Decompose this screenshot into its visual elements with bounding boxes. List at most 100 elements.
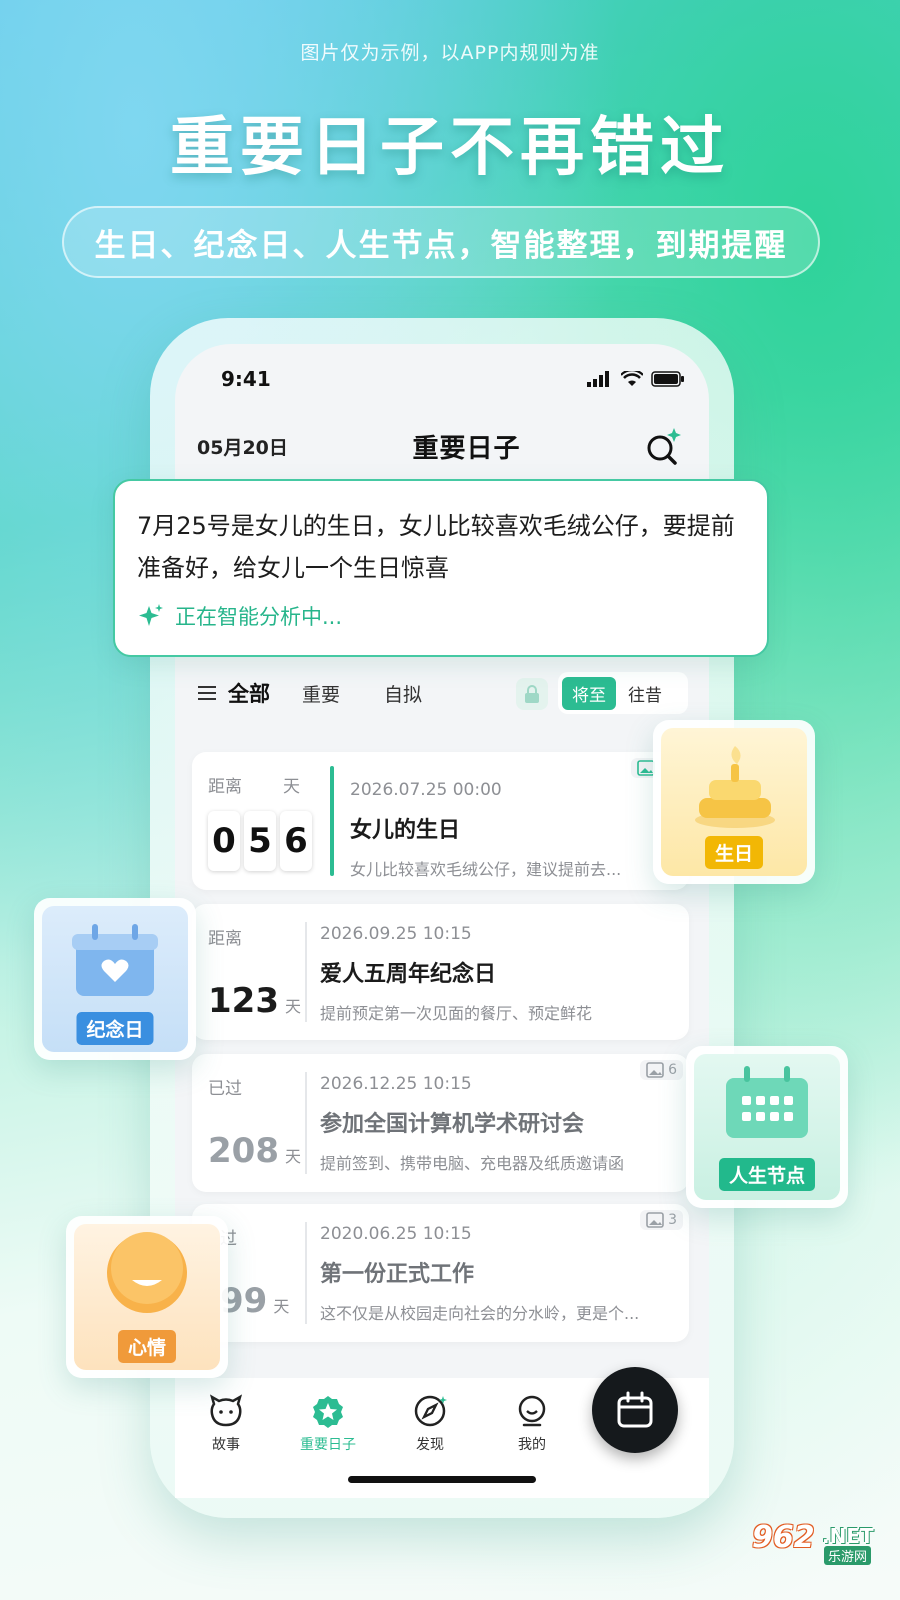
status-icons	[587, 371, 685, 387]
birthday-badge: 生日	[704, 836, 764, 869]
lock-button[interactable]	[516, 678, 548, 710]
mood-tile: 心情	[66, 1216, 228, 1378]
menu-icon[interactable]	[198, 685, 216, 701]
event-card[interactable]: 过 99 天 2020.06.25 10:15 第一份正式工作 这不仅是从校园走向…	[192, 1204, 689, 1342]
event-title: 女儿的生日	[350, 818, 461, 843]
lock-icon	[525, 685, 539, 703]
milestone-tile: 人生节点	[686, 1046, 848, 1208]
event-card[interactable]: 距离 123 天 2026.09.25 10:15 爱人五周年纪念日 提前预定第一…	[192, 904, 689, 1040]
event-card[interactable]: 已过 208 天 2026.12.25 10:15 参加全国计算机学术研讨会 提前…	[192, 1054, 689, 1192]
time-segment: 将至 往昔	[558, 672, 688, 714]
site-watermark: 962 .NET 乐游网	[752, 1520, 890, 1566]
card-divider	[305, 1222, 307, 1324]
image-icon	[646, 1212, 664, 1228]
countdown-unit: 天	[284, 1147, 301, 1166]
filter-tab-important[interactable]: 重要	[302, 680, 340, 707]
smile-face-icon	[107, 1232, 187, 1313]
countdown-number: 123	[208, 981, 279, 1021]
nav-discover[interactable]: 发现	[395, 1394, 465, 1454]
add-date-fab[interactable]	[592, 1367, 678, 1453]
mood-badge: 心情	[117, 1330, 177, 1363]
battery-icon	[651, 371, 684, 387]
flip-digit: 0	[208, 811, 240, 871]
anniversary-tile: 纪念日	[34, 898, 196, 1060]
event-desc: 女儿比较喜欢毛绒公仔，建议提前去...	[350, 860, 622, 879]
countdown-unit: 天	[284, 997, 301, 1016]
home-indicator	[348, 1476, 536, 1483]
countdown-block: 已过 208 天	[208, 1074, 301, 1171]
status-time: 9:41	[221, 367, 271, 391]
story-icon	[209, 1394, 243, 1427]
flip-digit: 5	[244, 811, 276, 871]
image-count-badge: 6	[640, 1060, 683, 1080]
nav-story[interactable]: 故事	[191, 1394, 261, 1454]
card-accent-divider	[330, 766, 334, 876]
card-content: 2026.07.25 00:00 女儿的生日 女儿比较喜欢毛绒公仔，建议提前去.…	[350, 780, 671, 880]
event-desc: 提前签到、携带电脑、充电器及纸质邀请函	[320, 1154, 625, 1173]
countdown-label: 已过	[208, 1079, 242, 1099]
grid-calendar-icon	[726, 1066, 808, 1138]
flip-digits: 0 5 6	[208, 811, 312, 871]
status-bar: 9:41	[221, 364, 685, 394]
countdown-block: 过 99 天	[220, 1224, 289, 1321]
filter-tab-custom[interactable]: 自拟	[384, 680, 422, 707]
cake-icon	[695, 746, 775, 828]
sparkle-icon	[139, 604, 163, 626]
compass-icon	[414, 1395, 447, 1427]
nav-label: 重要日子	[300, 1437, 356, 1453]
countdown-label: 过	[220, 1229, 237, 1249]
event-date: 2026.12.25 10:15	[320, 1074, 472, 1094]
promo-subline-text: 生日、纪念日、人生节点，智能整理，到期提醒	[94, 227, 788, 264]
event-card[interactable]: 距离 天 0 5 6 2026.07.25 00:00 女儿的生日 女儿比较喜欢…	[192, 752, 689, 890]
segment-past[interactable]: 往昔	[620, 677, 670, 710]
nav-important-days[interactable]: 重要日子	[293, 1394, 363, 1454]
countdown-number: 208	[208, 1131, 279, 1171]
image-icon	[646, 1062, 664, 1078]
smart-note-card[interactable]: 7月25号是女儿的生日，女儿比较喜欢毛绒公仔，要提前准备好，给女儿一个生日惊喜 …	[113, 479, 769, 657]
segment-upcoming[interactable]: 将至	[562, 676, 616, 710]
flip-digit: 6	[280, 811, 312, 871]
search-sparkle-icon[interactable]	[645, 426, 681, 466]
image-count: 6	[668, 1062, 677, 1078]
note-status-text: 正在智能分析中...	[175, 605, 343, 629]
countdown-unit: 天	[283, 777, 300, 797]
signal-icon	[587, 371, 609, 387]
nav-mine[interactable]: 我的	[497, 1394, 567, 1454]
event-title: 第一份正式工作	[320, 1262, 475, 1287]
countdown-block: 距离 天 0 5 6	[208, 772, 312, 871]
birthday-tile: 生日	[653, 720, 815, 884]
countdown-label: 距离	[208, 777, 242, 797]
anniversary-badge: 纪念日	[76, 1012, 154, 1045]
card-divider	[305, 922, 307, 1022]
heart-calendar-icon	[72, 924, 158, 996]
wifi-icon	[621, 371, 643, 386]
milestone-badge: 人生节点	[718, 1158, 816, 1191]
event-title: 参加全国计算机学术研讨会	[320, 1112, 585, 1137]
card-content: 2020.06.25 10:15 第一份正式工作 这不仅是从校园走向社会的分水岭…	[320, 1224, 671, 1324]
note-status: 正在智能分析中...	[137, 601, 745, 631]
header-title: 重要日子	[412, 433, 521, 464]
calendar-icon	[617, 1391, 653, 1428]
event-desc: 提前预定第一次见面的餐厅、预定鲜花	[320, 1004, 593, 1023]
nav-label: 我的	[518, 1437, 546, 1453]
filter-tab-all[interactable]: 全部	[228, 678, 270, 708]
nav-label: 发现	[416, 1437, 444, 1453]
star-badge-icon	[313, 1396, 343, 1428]
note-text: 7月25号是女儿的生日，女儿比较喜欢毛绒公仔，要提前准备好，给女儿一个生日惊喜	[137, 512, 735, 582]
event-desc: 这不仅是从校园走向社会的分水岭，更是个...	[320, 1304, 640, 1323]
countdown-unit: 天	[273, 1297, 290, 1316]
watermark-sub: 乐游网	[824, 1546, 872, 1565]
promo-subline: 生日、纪念日、人生节点，智能整理，到期提醒	[62, 206, 820, 278]
countdown-block: 距离 123 天	[208, 924, 301, 1021]
event-date: 2026.07.25 00:00	[350, 780, 502, 800]
profile-icon	[518, 1395, 546, 1427]
event-date: 2020.06.25 10:15	[320, 1224, 472, 1244]
watermark-net: .NET	[822, 1524, 874, 1548]
card-content: 2026.09.25 10:15 爱人五周年纪念日 提前预定第一次见面的餐厅、预…	[320, 924, 671, 1024]
promo-headline: 重要日子不再错过	[170, 111, 730, 185]
event-title: 爱人五周年纪念日	[320, 962, 497, 987]
header-date: 05月20日	[197, 436, 288, 459]
card-divider	[305, 1072, 307, 1174]
image-count: 3	[668, 1212, 677, 1228]
countdown-label: 距离	[208, 929, 242, 949]
